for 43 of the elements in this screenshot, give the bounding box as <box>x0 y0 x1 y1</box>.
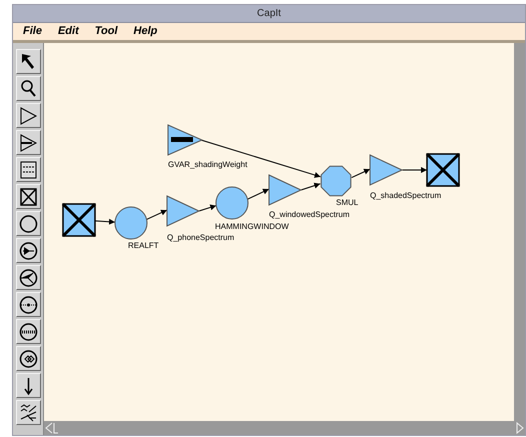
connector-arrow <box>146 210 168 220</box>
tool-button[interactable] <box>16 265 40 290</box>
cross-box-node <box>62 202 96 238</box>
tool-button[interactable] <box>16 319 40 344</box>
tool-button[interactable] <box>16 49 40 74</box>
cross-box-node <box>426 152 460 188</box>
circle-node <box>216 186 248 220</box>
window-title: CapIt <box>257 7 281 21</box>
menu-item[interactable]: Edit <box>58 23 79 40</box>
tool-button[interactable] <box>16 238 40 263</box>
vertical-scrollbar[interactable] <box>514 43 525 421</box>
node-label: Q_shadedSpectrum <box>370 191 442 200</box>
tool-button[interactable] <box>16 346 40 371</box>
triangle-node <box>370 154 404 186</box>
connector-arrow <box>300 182 321 190</box>
triangle-node <box>268 174 302 206</box>
connector-arrow <box>402 167 428 173</box>
menu-item[interactable]: Tool <box>94 23 118 40</box>
tool-button[interactable] <box>16 103 40 128</box>
connector-arrow <box>198 204 217 212</box>
node-label: SMUL <box>336 198 358 207</box>
triangle-node <box>166 195 200 227</box>
tool-button[interactable] <box>16 184 40 209</box>
octagon-node <box>320 166 352 196</box>
node-label: Q_phoneSpectrum <box>167 233 234 242</box>
tool-button[interactable] <box>16 292 40 317</box>
menu-item[interactable]: Help <box>134 23 158 40</box>
menu-item[interactable]: File <box>23 23 42 40</box>
tool-button[interactable] <box>16 130 40 155</box>
tool-button[interactable] <box>16 157 40 182</box>
node-label: GVAR_shadingWeight <box>168 160 248 169</box>
connector-arrow <box>351 168 370 178</box>
node-label: HAMMINGWINDOW <box>215 222 289 231</box>
tool-button[interactable] <box>16 211 40 236</box>
connector-arrow <box>247 188 270 200</box>
tool-button[interactable] <box>16 400 40 425</box>
node-label: REALFT <box>128 241 159 250</box>
node-label: Q_windowedSpectrum <box>269 210 350 219</box>
variable-node <box>168 124 204 156</box>
tool-button[interactable] <box>16 76 40 101</box>
tool-button[interactable] <box>16 373 40 398</box>
connector-arrow <box>94 218 116 225</box>
circle-node <box>114 206 148 240</box>
